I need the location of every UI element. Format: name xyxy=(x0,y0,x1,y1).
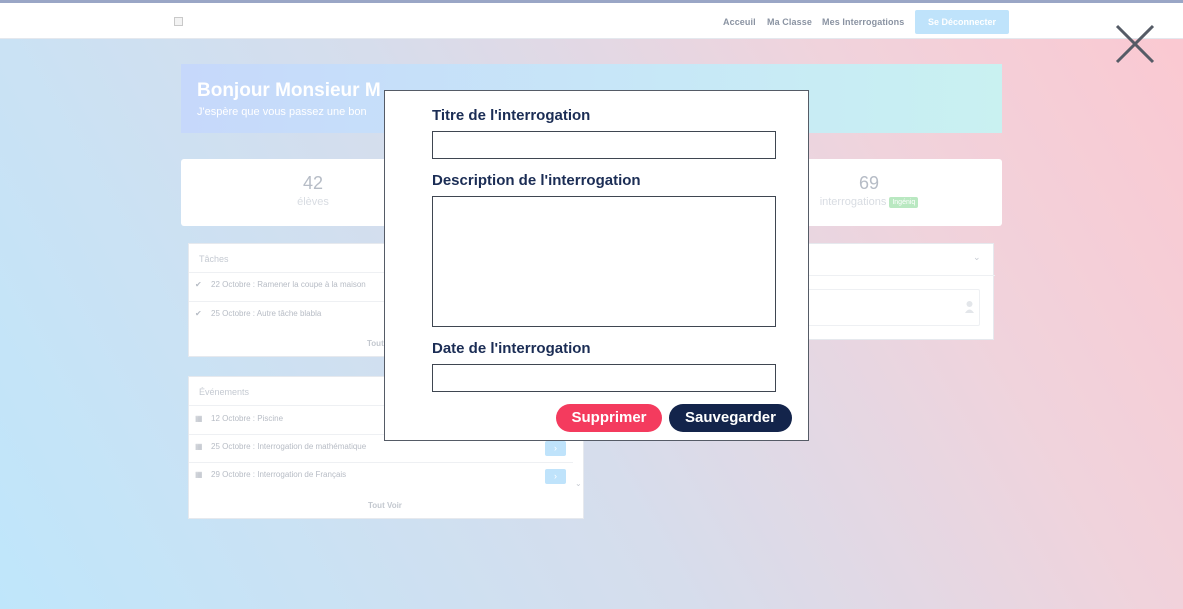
logo-image[interactable] xyxy=(174,17,183,26)
event-open-button[interactable]: › xyxy=(545,441,566,456)
task-text: 22 Octobre : Ramener la coupe à la maiso… xyxy=(211,280,366,289)
user-icon xyxy=(965,300,974,314)
calendar-icon: ▦ xyxy=(195,442,203,451)
calendar-icon: ▦ xyxy=(195,470,203,479)
stat-students-value: 42 xyxy=(302,173,324,193)
logout-button[interactable]: Se Déconnecter xyxy=(915,10,1009,34)
stat-quizzes-label: interrogations xyxy=(819,196,887,208)
nav-link-home[interactable]: Acceuil xyxy=(723,17,756,27)
tasks-see-all-link[interactable]: Tout xyxy=(367,339,384,348)
chevron-down-icon[interactable]: ⌄ xyxy=(973,252,981,263)
chevron-right-icon: › xyxy=(554,443,557,453)
quiz-edit-modal: Titre de l'interrogation Description de … xyxy=(384,90,809,441)
stat-students: 42 élèves xyxy=(223,173,403,208)
task-text: 25 Octobre : Autre tâche blabla xyxy=(211,309,322,318)
calendar-icon: ▦ xyxy=(195,414,203,423)
nav-link-my-class[interactable]: Ma Classe xyxy=(767,17,812,27)
chevron-right-icon: › xyxy=(554,471,557,481)
right-panel: ⌄ xyxy=(790,243,995,340)
list-item[interactable]: ▦ 25 Octobre : Interrogation de mathémati… xyxy=(195,442,366,451)
title-input[interactable] xyxy=(432,131,776,159)
list-item[interactable]: ▦ 12 Octobre : Piscine xyxy=(195,414,283,423)
event-open-button[interactable]: › xyxy=(545,469,566,484)
save-button[interactable]: Sauvegarder xyxy=(669,404,792,432)
navbar: Acceuil Ma Classe Mes Interrogations Se … xyxy=(0,3,1183,39)
divider xyxy=(189,462,573,463)
event-text: 12 Octobre : Piscine xyxy=(211,414,284,423)
delete-button[interactable]: Supprimer xyxy=(556,404,662,432)
events-panel-title: Événements xyxy=(199,387,250,397)
scroll-down-icon[interactable]: ⌄ xyxy=(575,479,582,488)
search-box[interactable] xyxy=(801,289,980,326)
list-item[interactable]: ✔ 22 Octobre : Ramener la coupe à la mais… xyxy=(195,280,366,289)
title-field-label: Titre de l'interrogation xyxy=(432,107,591,124)
description-textarea[interactable] xyxy=(432,196,776,327)
check-icon: ✔ xyxy=(195,309,202,318)
date-input[interactable] xyxy=(432,364,776,392)
event-text: 29 Octobre : Interrogation de Français xyxy=(211,470,347,479)
date-field-label: Date de l'interrogation xyxy=(432,340,591,357)
close-icon[interactable] xyxy=(1114,23,1156,65)
list-item[interactable]: ✔ 25 Octobre : Autre tâche blabla xyxy=(195,309,321,318)
divider xyxy=(791,275,995,276)
list-item[interactable]: ▦ 29 Octobre : Interrogation de Français xyxy=(195,470,346,479)
status-badge: Ingéniq xyxy=(889,196,919,208)
check-icon: ✔ xyxy=(195,280,202,289)
event-text: 25 Octobre : Interrogation de mathématiq… xyxy=(211,442,367,451)
events-see-all-link[interactable]: Tout Voir xyxy=(368,501,402,510)
nav-link-my-quizzes[interactable]: Mes Interrogations xyxy=(822,17,904,27)
stat-students-label: élèves xyxy=(297,196,329,208)
description-field-label: Description de l'interrogation xyxy=(432,172,641,189)
tasks-panel-title: Tâches xyxy=(199,254,229,264)
